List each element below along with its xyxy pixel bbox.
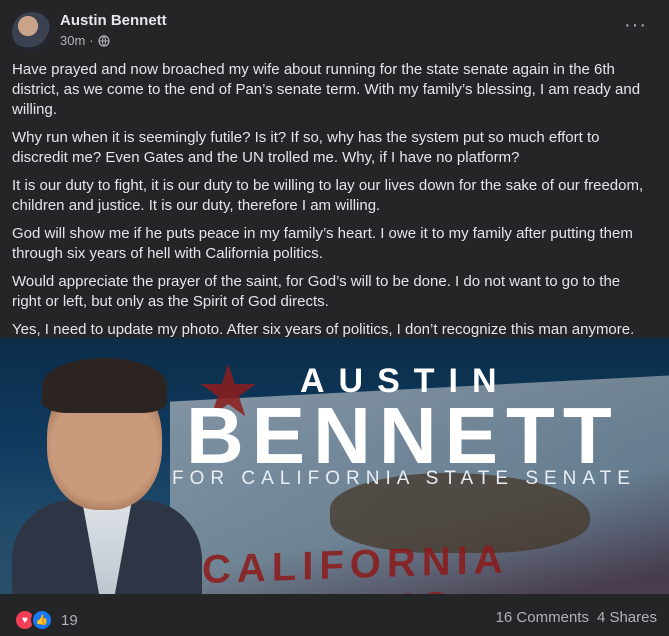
comments-count[interactable]: 16 Comments [496,609,589,626]
post-paragraph: God will show me if he puts peace in my … [12,225,633,262]
public-globe-icon [98,34,110,47]
post-time[interactable]: 30m [60,33,85,48]
post-paragraph: It is our duty to fight, it is our duty … [12,177,644,214]
reactions-summary[interactable]: ♥ 👍 19 [14,609,78,631]
shares-count[interactable]: 4 Shares [597,609,657,626]
post-meta: 30m · [60,33,110,48]
campaign-banner-image[interactable]: ★ CALIFORNIA REPUBLIC AUSTIN BENNETT FOR… [0,338,669,594]
more-options-icon[interactable]: ··· [624,15,647,35]
post-paragraph: Would appreciate the prayer of the saint… [12,273,621,310]
meta-separator: · [89,33,94,48]
like-icon: 👍 [31,609,53,631]
post-header: Austin Bennett 30m · ··· [0,0,669,58]
post-paragraph: Why run when it is seemingly futile? Is … [12,129,600,166]
post-paragraph: Have prayed and now broached my wife abo… [12,61,641,118]
post-footer: ♥ 👍 19 16 Comments 4 Shares [0,594,669,636]
post-paragraph: Yes, I need to update my photo. After si… [12,321,635,338]
banner-subtitle: FOR CALIFORNIA STATE SENATE [172,468,636,489]
post-text: Have prayed and now broached my wife abo… [12,60,652,348]
author-avatar[interactable] [12,12,52,52]
author-name[interactable]: Austin Bennett [60,12,167,29]
post-stats: 16 Comments 4 Shares [496,609,657,626]
reaction-count[interactable]: 19 [61,612,78,629]
hair [42,358,167,413]
